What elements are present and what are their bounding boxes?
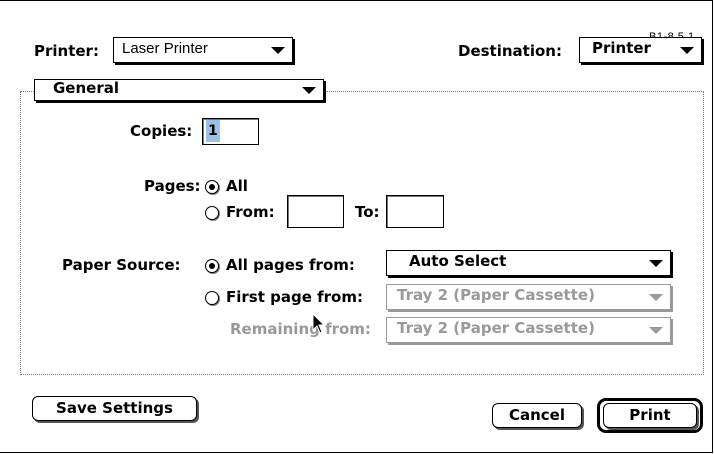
copies-value: 1 <box>206 120 220 142</box>
panel-popup-value: General <box>53 79 119 97</box>
pages-to-label: To: <box>355 203 380 221</box>
first-page-source-value: Tray 2 (Paper Cassette) <box>397 286 595 304</box>
panel-popup[interactable]: General <box>34 79 324 101</box>
pages-from-radio[interactable] <box>205 206 219 220</box>
pages-label: Pages: <box>144 177 201 195</box>
all-pages-source-popup[interactable]: Auto Select <box>386 250 671 276</box>
pages-all-radio[interactable] <box>205 180 219 194</box>
printer-label: Printer: <box>34 42 99 60</box>
cancel-button[interactable]: Cancel <box>492 403 582 428</box>
chevron-down-icon <box>649 294 663 301</box>
chevron-down-icon <box>649 260 663 267</box>
copies-field[interactable]: 1 <box>202 118 259 145</box>
pages-to-field[interactable] <box>386 195 444 228</box>
chevron-down-icon <box>302 87 316 94</box>
printer-popup[interactable]: Laser Printer <box>113 37 293 63</box>
destination-label: Destination: <box>458 42 562 60</box>
save-settings-button[interactable]: Save Settings <box>32 396 197 421</box>
pages-all-label: All <box>226 177 248 195</box>
mouse-cursor-icon <box>312 313 326 334</box>
destination-popup-value: Printer <box>592 39 651 57</box>
chevron-down-icon <box>271 47 285 54</box>
copies-label: Copies: <box>130 122 193 140</box>
destination-popup[interactable]: Printer <box>579 37 702 63</box>
first-page-from-label: First page from: <box>226 288 363 306</box>
first-page-from-radio[interactable] <box>205 291 219 305</box>
all-pages-from-label: All pages from: <box>226 256 355 274</box>
chevron-down-icon <box>649 327 663 334</box>
paper-source-label: Paper Source: <box>62 256 181 274</box>
first-page-source-popup[interactable]: Tray 2 (Paper Cassette) <box>386 284 671 310</box>
all-pages-source-value: Auto Select <box>409 252 507 270</box>
print-button[interactable]: Print <box>603 403 697 428</box>
pages-from-field[interactable] <box>287 195 344 228</box>
pages-from-label: From: <box>226 203 275 221</box>
chevron-down-icon <box>680 47 694 54</box>
remaining-from-label: Remaining from: <box>230 320 371 338</box>
print-dialog: B1-8.5.1 Printer: Laser Printer Destinat… <box>0 0 713 453</box>
printer-popup-value: Laser Printer <box>122 40 208 57</box>
remaining-source-value: Tray 2 (Paper Cassette) <box>397 319 595 337</box>
all-pages-from-radio[interactable] <box>205 259 219 273</box>
remaining-source-popup[interactable]: Tray 2 (Paper Cassette) <box>386 317 671 343</box>
